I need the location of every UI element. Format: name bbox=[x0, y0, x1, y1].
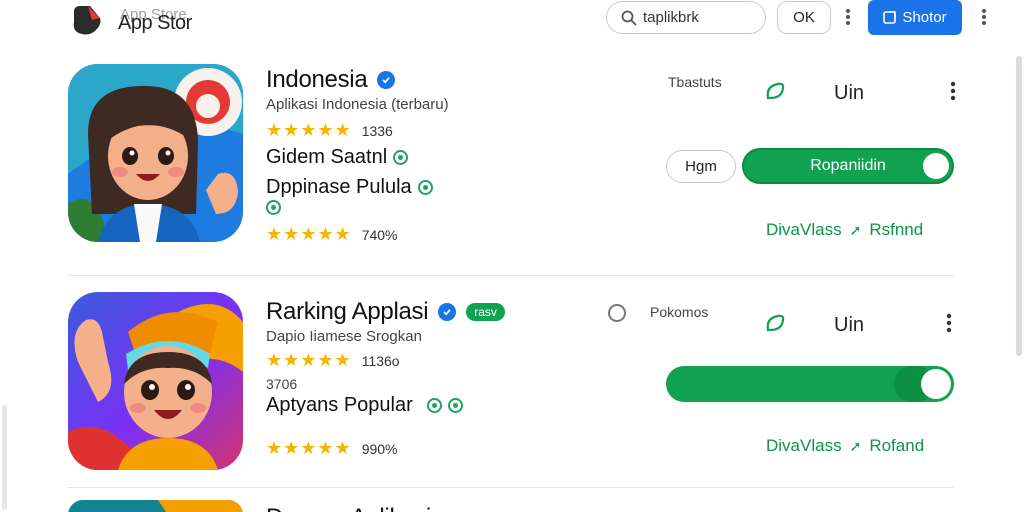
star-rating-icon: ★★★★★ bbox=[266, 438, 352, 458]
verified-badge-icon bbox=[438, 303, 457, 321]
arrow-icon: ➚ bbox=[849, 221, 862, 238]
green-clock-icon bbox=[266, 200, 281, 215]
more-options-icon[interactable] bbox=[946, 80, 960, 102]
more-options-icon[interactable] bbox=[942, 312, 956, 334]
app-info-line: Aptyans Popular bbox=[266, 394, 463, 417]
green-check-icon bbox=[393, 150, 409, 165]
app-card[interactable]: Indonesia Aplikasi Indonesia (terbaru) ★… bbox=[68, 60, 958, 275]
app-subtitle: Dapio Iiamese Srogkan bbox=[266, 328, 422, 345]
divider bbox=[68, 487, 954, 488]
primary-action-label: Ropaniidin bbox=[810, 157, 886, 174]
app-rating-secondary: ★★★★★ 990% bbox=[266, 438, 398, 459]
app-info-text: Gidem Saatnl bbox=[266, 146, 388, 168]
app-title-row: Dsanes Aplikasi bbox=[266, 504, 431, 512]
open-external-icon bbox=[883, 11, 897, 24]
app-rating: ★★★★★ 1336 bbox=[266, 120, 393, 141]
app-info-text: Aptyans Popular bbox=[266, 394, 413, 416]
vertical-scrollbar[interactable] bbox=[1016, 56, 1022, 356]
star-rating-icon: ★★★★★ bbox=[266, 224, 352, 244]
search-icon bbox=[621, 10, 637, 26]
install-label[interactable]: Uin bbox=[834, 82, 864, 105]
green-check-icon bbox=[417, 180, 433, 195]
app-rating: ★★★★★ 1136o bbox=[266, 350, 400, 371]
divider bbox=[68, 275, 954, 276]
green-check-icon bbox=[447, 398, 463, 413]
app-rating-secondary: ★★★★★ 740% bbox=[266, 224, 398, 245]
app-size: 3706 bbox=[266, 376, 298, 392]
app-store-brand: App Stor bbox=[118, 12, 192, 34]
app-title[interactable]: Dsanes Aplikasi bbox=[266, 504, 431, 512]
download-link[interactable]: DivaVlass ➚ Rofand bbox=[766, 436, 924, 456]
rating-count: 1136o bbox=[361, 352, 400, 369]
leaf-icon[interactable] bbox=[764, 80, 786, 102]
app-meta: Tbastuts bbox=[668, 74, 722, 90]
app-icon-partial[interactable] bbox=[68, 500, 243, 512]
app-title-row: Indonesia bbox=[266, 66, 396, 94]
app-title[interactable]: Indonesia bbox=[266, 66, 368, 94]
app-card[interactable]: Rarking Applasi rasv Dapio Iiamese Srogk… bbox=[68, 288, 958, 488]
app-card[interactable]: Dsanes Aplikasi bbox=[68, 496, 958, 512]
secondary-button[interactable]: Hgm bbox=[666, 150, 736, 183]
rating-percent: 740% bbox=[361, 226, 398, 243]
store-button-label: Shotor bbox=[902, 9, 947, 26]
verified-badge-icon bbox=[377, 71, 396, 89]
app-icon-boy[interactable] bbox=[68, 292, 243, 470]
more-options-icon[interactable] bbox=[840, 6, 856, 28]
left-scroll-indicator[interactable] bbox=[2, 405, 7, 510]
install-label[interactable]: Uin bbox=[834, 314, 864, 337]
search-input[interactable] bbox=[643, 9, 753, 26]
app-subtitle: Aplikasi Indonesia (terbaru) bbox=[266, 96, 449, 113]
app-title-row: Rarking Applasi rasv bbox=[266, 298, 505, 326]
green-check-icon bbox=[426, 398, 442, 413]
overflow-menu-icon[interactable] bbox=[976, 6, 992, 28]
star-rating-icon: ★★★★★ bbox=[266, 350, 352, 370]
app-info-text: Dppinase Pulula bbox=[266, 176, 412, 198]
download-link[interactable]: DivaVlass ➚ Rsfnnd bbox=[766, 220, 923, 240]
rating-count: 1336 bbox=[361, 122, 393, 139]
select-radio[interactable] bbox=[608, 304, 626, 322]
app-tag-badge: rasv bbox=[466, 303, 505, 321]
ok-button[interactable]: OK bbox=[777, 1, 831, 34]
app-info-line: Gidem Saatnl bbox=[266, 146, 409, 169]
arrow-icon: ➚ bbox=[849, 437, 862, 454]
store-button[interactable]: Shotor bbox=[868, 0, 962, 35]
rating-percent: 990% bbox=[361, 440, 398, 457]
primary-action-button[interactable]: Ropaniidin bbox=[742, 148, 954, 184]
refund-link-label: Rsfnnd bbox=[869, 220, 924, 239]
app-icon-girl[interactable] bbox=[68, 64, 243, 242]
search-box[interactable] bbox=[606, 1, 766, 34]
toggle-knob bbox=[921, 369, 951, 399]
leaf-icon[interactable] bbox=[764, 312, 786, 334]
refund-link-label: Rofand bbox=[869, 436, 925, 455]
app-info-line: Dppinase Pulula bbox=[266, 176, 433, 199]
install-toggle[interactable] bbox=[666, 366, 954, 402]
app-store-logo[interactable] bbox=[70, 4, 106, 36]
download-link-label: DivaVlass bbox=[766, 436, 842, 455]
toggle-knob bbox=[923, 153, 949, 179]
app-meta: Pokomos bbox=[650, 304, 709, 320]
download-link-label: DivaVlass bbox=[766, 220, 842, 239]
star-rating-icon: ★★★★★ bbox=[266, 120, 352, 140]
top-bar: App Store App Stor OK Shotor bbox=[0, 0, 1024, 48]
app-title[interactable]: Rarking Applasi bbox=[266, 298, 429, 326]
